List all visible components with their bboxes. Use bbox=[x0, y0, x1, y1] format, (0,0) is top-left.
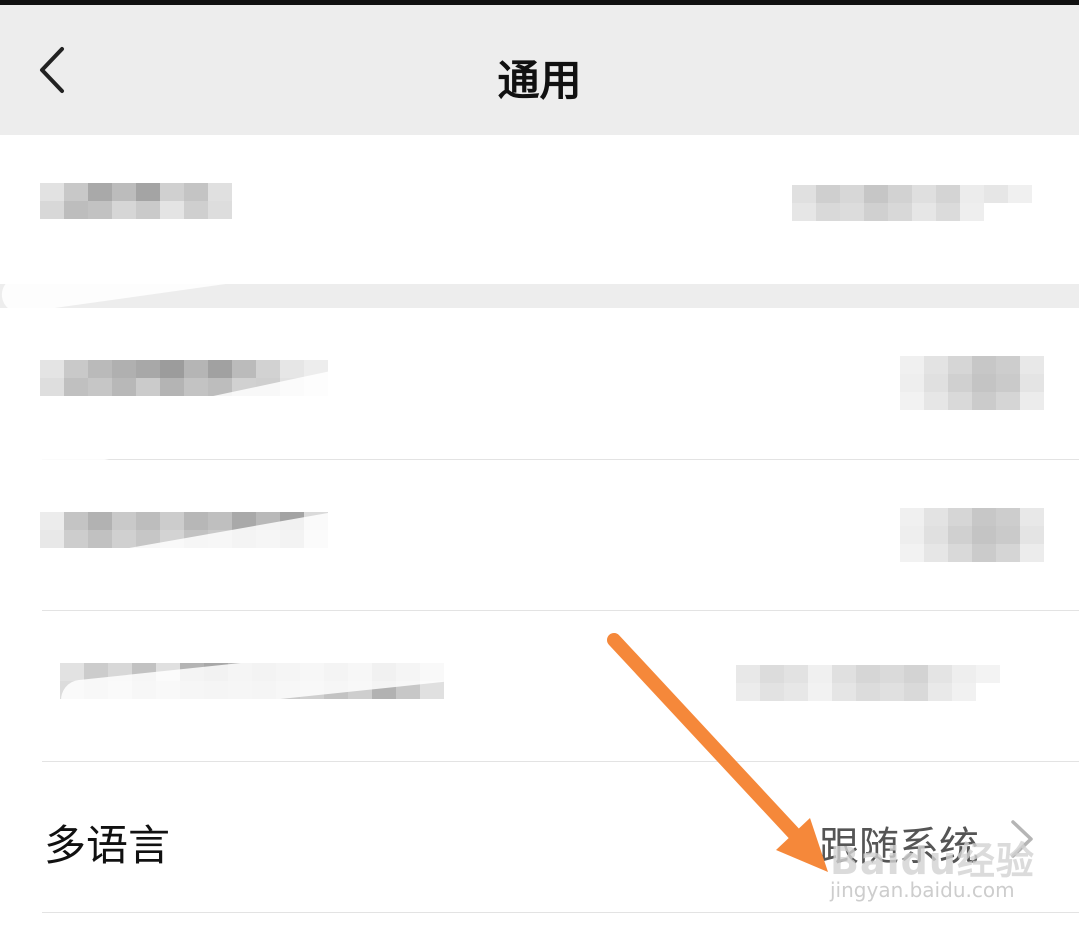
annotation-arrow bbox=[607, 633, 828, 872]
